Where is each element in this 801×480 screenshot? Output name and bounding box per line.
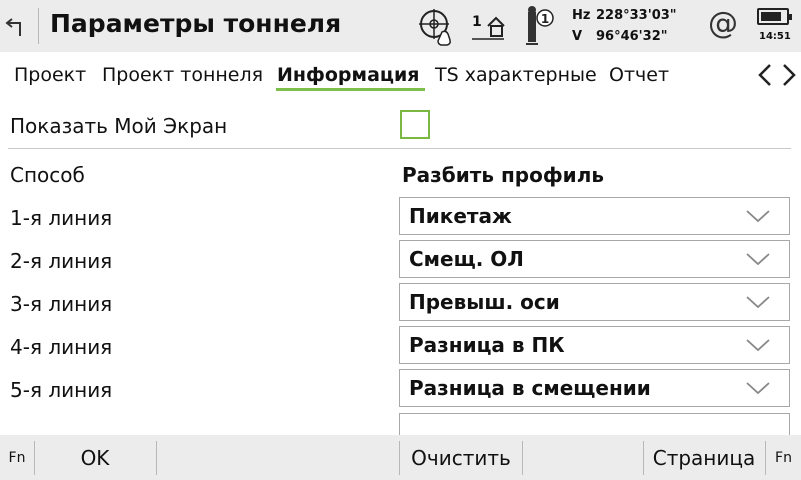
- target-hand-icon[interactable]: [414, 6, 458, 46]
- line-3-dropdown[interactable]: Превыш. оси: [399, 283, 790, 321]
- line-4-dropdown[interactable]: Разница в ПК: [399, 326, 790, 364]
- line-5-value: Разница в смещении: [409, 376, 651, 400]
- line-2-dropdown[interactable]: Смещ. ОЛ: [399, 240, 790, 278]
- person-mode-icon[interactable]: 1: [516, 4, 556, 48]
- tab-prev-arrow-icon[interactable]: [755, 62, 775, 88]
- chevron-down-icon: [746, 382, 770, 395]
- battery-icon: [757, 8, 792, 25]
- line-1-value: Пикетаж: [409, 204, 512, 228]
- hz-label: Hz: [572, 8, 591, 23]
- title-separator: [38, 8, 39, 44]
- tab-next-arrow-icon[interactable]: [779, 62, 799, 88]
- at-icon[interactable]: @: [708, 6, 738, 41]
- line-1-dropdown[interactable]: Пикетаж: [399, 197, 790, 235]
- softkey-separator: [156, 441, 157, 475]
- clock: 14:51: [759, 31, 791, 42]
- tab-report[interactable]: Отчет: [609, 64, 669, 86]
- line-1-label: 1-я линия: [10, 206, 113, 230]
- fn-left-button[interactable]: Fn: [0, 435, 34, 480]
- line-4-value: Разница в ПК: [409, 333, 565, 357]
- tab-project[interactable]: Проект: [14, 64, 86, 86]
- angle-readout: Hz 228°33'03" V 96°46'32": [572, 5, 677, 47]
- method-label: Способ: [10, 163, 85, 187]
- line-4-label: 4-я линия: [10, 335, 113, 359]
- tab-information[interactable]: Информация: [277, 64, 419, 86]
- chevron-down-icon: [746, 253, 770, 266]
- chevron-down-icon: [746, 210, 770, 223]
- page-button[interactable]: Страница: [644, 435, 764, 480]
- back-arrow-icon[interactable]: [4, 10, 32, 40]
- tab-ts-characteristic[interactable]: TS характерные: [435, 64, 597, 86]
- fn-right-button[interactable]: Fn: [766, 435, 801, 480]
- tab-tunnel-project[interactable]: Проект тоннеля: [102, 64, 263, 86]
- line-5-dropdown[interactable]: Разница в смещении: [399, 369, 790, 407]
- chevron-down-icon: [746, 339, 770, 352]
- line-3-value: Превыш. оси: [409, 290, 560, 314]
- person-indicator: 1: [541, 12, 549, 26]
- page-title: Параметры тоннеля: [50, 9, 342, 38]
- line-2-value: Смещ. ОЛ: [409, 247, 524, 271]
- softkey-bar: Fn OK Очистить Страница Fn: [0, 435, 801, 480]
- line-2-label: 2-я линия: [10, 249, 113, 273]
- battery-level-fill: [761, 12, 781, 21]
- chevron-down-icon: [746, 296, 770, 309]
- line-3-label: 3-я линия: [10, 292, 113, 316]
- active-tab-indicator: [276, 88, 425, 91]
- ok-button[interactable]: OK: [35, 435, 155, 480]
- line-5-label: 5-я линия: [10, 378, 113, 402]
- v-value: 96°46'32": [596, 29, 668, 44]
- method-value: Разбить профиль: [402, 163, 604, 187]
- show-my-screen-label: Показать Мой Экран: [10, 114, 228, 138]
- show-my-screen-checkbox[interactable]: [400, 110, 430, 139]
- divider: [8, 148, 791, 149]
- next-line-dropdown-partial[interactable]: [399, 413, 790, 435]
- clear-button[interactable]: Очистить: [400, 435, 522, 480]
- title-bar: Параметры тоннеля 1 1 Hz 228°33'03" V 96°4…: [0, 0, 801, 52]
- v-label: V: [572, 29, 583, 44]
- face-indicator: 1: [472, 14, 482, 30]
- softkey-separator: [522, 441, 523, 475]
- hz-value: 228°33'03": [596, 8, 677, 23]
